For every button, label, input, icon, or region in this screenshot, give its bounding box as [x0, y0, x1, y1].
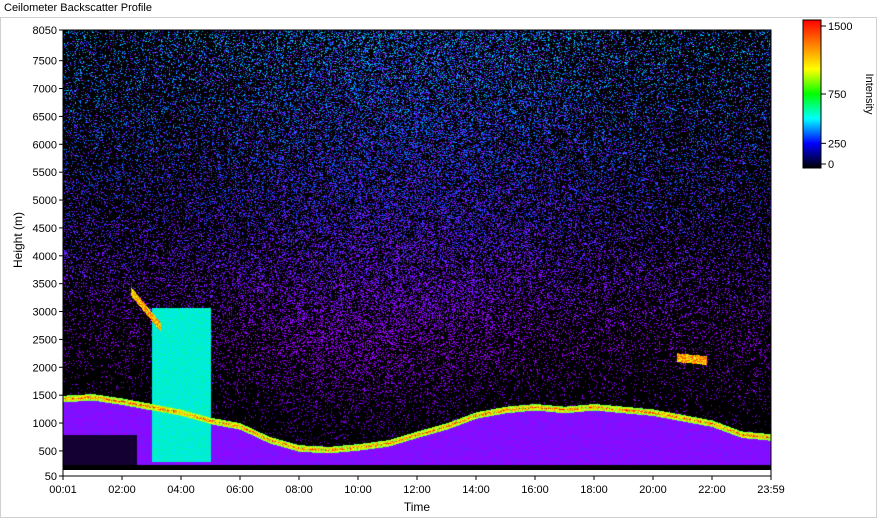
y-axis-label: Height (m): [11, 212, 25, 268]
y-tick-label: 4500: [33, 223, 57, 235]
colorbar-tick-label: 0: [828, 159, 834, 171]
y-tick-label: 8050: [33, 25, 57, 37]
x-tick-label: 22:00: [698, 484, 726, 496]
backscatter-chart: 5050010001500200025003000350040004500500…: [11, 19, 875, 514]
x-tick-label: 06:00: [226, 484, 254, 496]
y-tick-label: 5500: [33, 167, 57, 179]
y-tick-label: 3000: [33, 307, 57, 319]
y-tick-label: 3500: [33, 279, 57, 291]
y-tick-label: 5000: [33, 195, 57, 207]
x-tick-label: 00:01: [49, 484, 77, 496]
y-tick-label: 6000: [33, 139, 57, 151]
colorbar-gradient: [802, 19, 822, 169]
y-tick-label: 1000: [33, 418, 57, 430]
y-axis: 50 500 1000 1500 2000 2500 3000 3500 4000 4500 500…: [33, 25, 64, 483]
x-axis: 00:01 02:00 04:00 06:00 08:00 10:00 12:00 14:00…: [49, 475, 785, 496]
y-tick-label: 50: [45, 471, 57, 483]
plot-area: [62, 29, 772, 477]
colorbar: 0 250 750 1500 Intensity: [802, 19, 875, 171]
y-tick-label: 2000: [33, 362, 57, 374]
y-tick-label: 500: [39, 446, 57, 458]
app-window: Ceilometer Backscatter Profile 50 500 1000…: [0, 0, 878, 519]
x-axis-label: Time: [404, 500, 431, 514]
x-tick-label: 23:59: [757, 484, 785, 496]
y-tick-label: 7000: [33, 84, 57, 96]
x-tick-label: 20:00: [639, 484, 667, 496]
y-tick-label: 1500: [33, 390, 57, 402]
y-tick-label: 6500: [33, 111, 57, 123]
x-tick-label: 02:00: [108, 484, 136, 496]
x-tick-label: 04:00: [167, 484, 195, 496]
y-tick-label: 4000: [33, 251, 57, 263]
x-tick-label: 08:00: [285, 484, 313, 496]
colorbar-label: Intensity: [863, 74, 875, 115]
colorbar-ticks: 0 250 750 1500: [821, 21, 852, 171]
y-tick-label: 7500: [33, 56, 57, 68]
x-tick-label: 14:00: [462, 484, 490, 496]
x-tick-label: 18:00: [580, 484, 608, 496]
y-tick-label: 2500: [33, 334, 57, 346]
colorbar-tick-label: 1500: [828, 21, 852, 33]
x-tick-label: 10:00: [344, 484, 372, 496]
colorbar-tick-label: 250: [828, 138, 846, 150]
x-tick-label: 16:00: [521, 484, 549, 496]
x-tick-label: 12:00: [403, 484, 431, 496]
colorbar-tick-label: 750: [828, 89, 846, 101]
backscatter-heatmap: [63, 30, 771, 470]
